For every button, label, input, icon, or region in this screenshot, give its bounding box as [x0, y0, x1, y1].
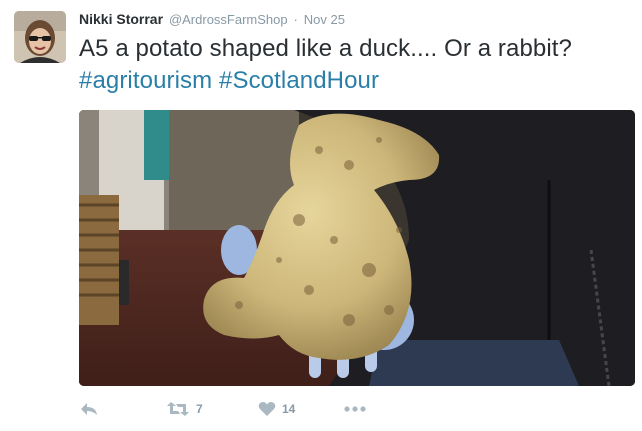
heart-icon [258, 401, 276, 417]
potato-photo [79, 110, 635, 386]
tweet-actions: 7 14 [79, 398, 479, 420]
retweet-count: 7 [196, 402, 203, 416]
more-options-button[interactable] [344, 398, 366, 420]
avatar-image [14, 11, 66, 63]
tweet-text-body: A5 a potato shaped like a duck.... Or a … [79, 35, 572, 62]
avatar[interactable] [14, 11, 66, 63]
more-dots-icon [344, 405, 366, 413]
author-name[interactable]: Nikki Storrar [79, 11, 163, 27]
tweet-timestamp[interactable]: Nov 25 [304, 12, 345, 27]
like-count: 14 [282, 402, 296, 416]
hashtag-scotlandhour[interactable]: #ScotlandHour [219, 67, 379, 94]
header-separator: · [293, 12, 298, 27]
hashtag-agritourism[interactable]: #agritourism [79, 67, 212, 94]
author-handle[interactable]: @ArdrossFarmShop [169, 12, 288, 27]
reply-icon [79, 401, 99, 417]
tweet-text: A5 a potato shaped like a duck.... Or a … [79, 33, 634, 97]
tweet-card: Nikki Storrar @ArdrossFarmShop · Nov 25 … [0, 0, 642, 431]
retweet-button[interactable]: 7 [166, 398, 203, 420]
tweet-photo[interactable] [79, 110, 635, 386]
retweet-icon [166, 401, 190, 417]
reply-button[interactable] [79, 398, 99, 420]
like-button[interactable]: 14 [258, 398, 295, 420]
tweet-header: Nikki Storrar @ArdrossFarmShop · Nov 25 [79, 10, 345, 28]
